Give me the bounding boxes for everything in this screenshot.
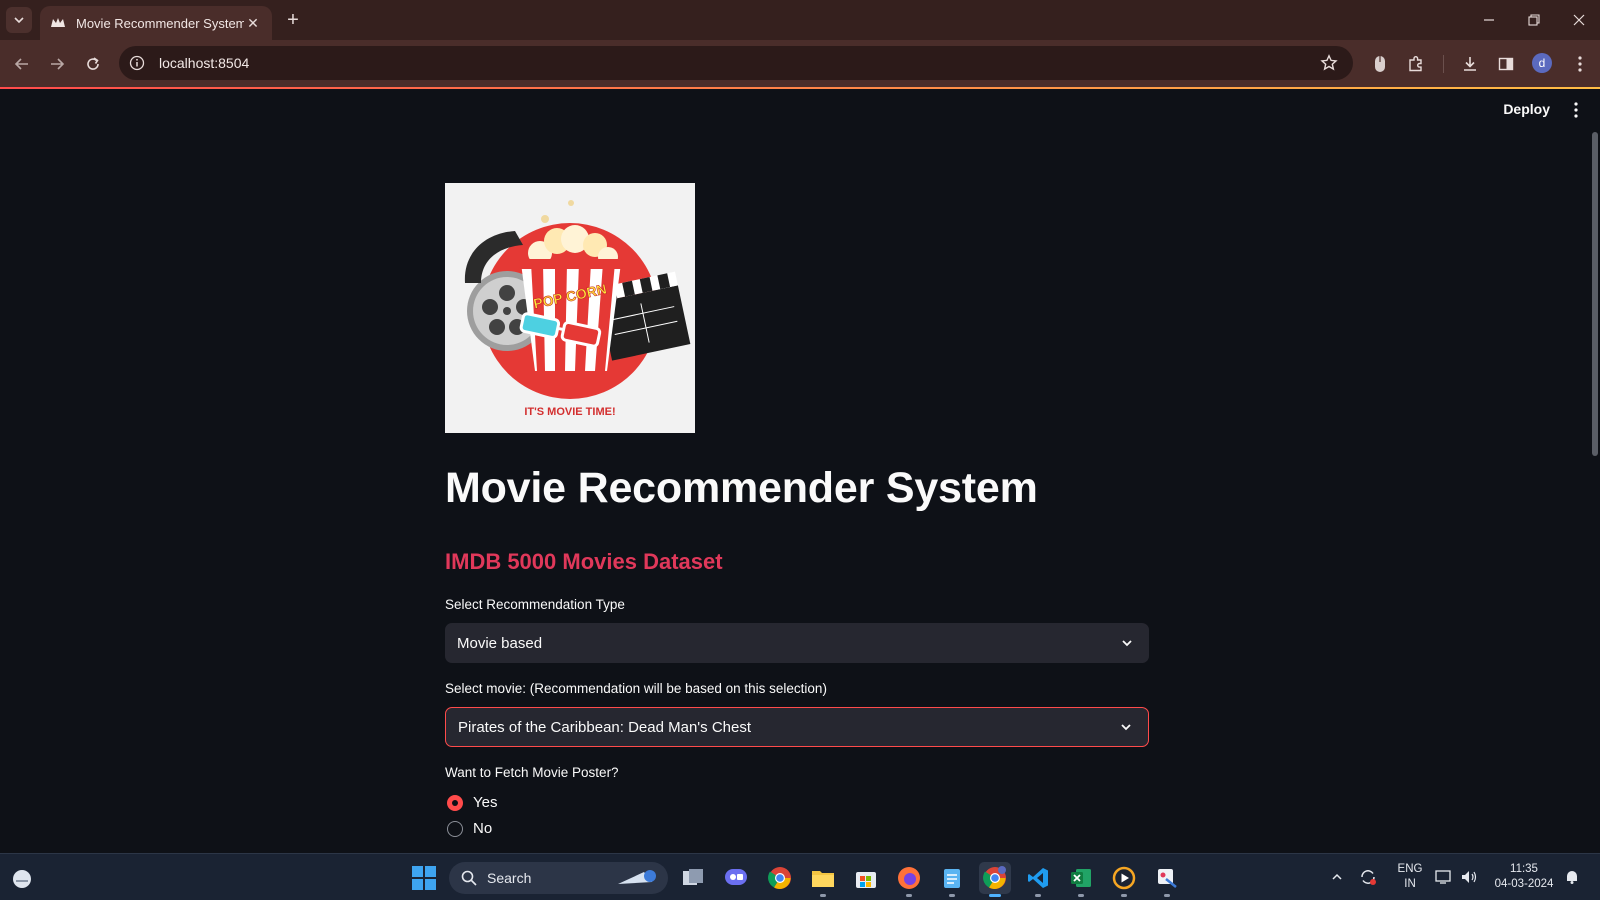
site-info-icon[interactable] xyxy=(127,53,147,73)
reload-icon[interactable] xyxy=(80,51,106,77)
windows-start-icon[interactable] xyxy=(412,866,436,890)
chevron-down-icon[interactable] xyxy=(1117,633,1137,653)
dataset-subheader: IMDB 5000 Movies Dataset xyxy=(445,549,723,574)
recommendation-type-select[interactable]: Movie based xyxy=(445,623,1149,663)
address-bar[interactable]: localhost:8504 xyxy=(119,46,1353,80)
app-viewport: Deploy POP CORN IT'S MOVIE TIME! Movie R… xyxy=(0,89,1600,853)
microsoft-store-icon[interactable] xyxy=(850,862,882,894)
deploy-button[interactable]: Deploy xyxy=(1503,101,1550,117)
notification-bell-icon[interactable] xyxy=(1562,867,1582,887)
region-code: IN xyxy=(1404,878,1416,890)
clock[interactable]: 11:35 04-03-2024 xyxy=(1489,862,1559,892)
search-icon xyxy=(461,870,477,886)
streamlit-crown-icon xyxy=(50,15,66,31)
movie-select-value: Pirates of the Caribbean: Dead Man's Che… xyxy=(458,718,752,736)
back-icon[interactable] xyxy=(9,51,35,77)
logo-caption: IT'S MOVIE TIME! xyxy=(524,406,615,418)
task-view-icon[interactable] xyxy=(677,862,709,894)
search-highlight-icon xyxy=(618,870,656,884)
snipping-tool-icon[interactable] xyxy=(1151,862,1183,897)
side-panel-icon[interactable] xyxy=(1493,51,1519,77)
file-explorer-icon[interactable] xyxy=(807,862,839,897)
search-label: Search xyxy=(487,870,532,886)
close-window-icon[interactable] xyxy=(1564,8,1594,32)
recommendation-type-value: Movie based xyxy=(457,634,543,652)
excel-icon[interactable] xyxy=(1065,862,1097,897)
volume-icon[interactable] xyxy=(1459,867,1479,887)
chrome-profile-icon[interactable] xyxy=(979,862,1011,897)
page-title: Movie Recommender System xyxy=(445,464,1038,512)
bookmark-star-icon[interactable] xyxy=(1319,53,1339,73)
media-player-icon[interactable] xyxy=(1108,862,1140,897)
restore-icon[interactable] xyxy=(1519,8,1549,32)
radio-option-no[interactable]: No xyxy=(447,820,492,837)
browser-menu-icon[interactable] xyxy=(1567,51,1593,77)
tab-title: Movie Recommender System xyxy=(76,15,244,31)
language-code: ENG xyxy=(1397,863,1423,875)
url-text: localhost:8504 xyxy=(159,55,250,71)
movie-select-label: Select movie: (Recommendation will be ba… xyxy=(445,681,827,696)
radio-label-no: No xyxy=(473,820,493,837)
movie-time-logo: POP CORN IT'S MOVIE TIME! xyxy=(445,183,695,433)
page-scrollbar[interactable] xyxy=(1592,132,1598,456)
chrome-icon[interactable] xyxy=(764,862,796,894)
browser-toolbar: localhost:8504 d xyxy=(0,40,1600,87)
movie-select[interactable]: Pirates of the Caribbean: Dead Man's Che… xyxy=(445,707,1149,747)
radio-button-yes[interactable] xyxy=(447,794,463,811)
radio-label-yes: Yes xyxy=(473,794,498,811)
meet-chat-icon[interactable] xyxy=(720,862,752,894)
browser-tab-bar: Movie Recommender System ✕ + xyxy=(0,0,1600,40)
app-menu-icon[interactable] xyxy=(1566,99,1586,121)
extension-mouse-icon[interactable] xyxy=(1367,51,1393,77)
download-icon[interactable] xyxy=(1457,51,1483,77)
forward-icon[interactable] xyxy=(44,51,70,77)
radio-option-yes[interactable]: Yes xyxy=(447,794,497,811)
tab-search-button[interactable] xyxy=(6,7,32,33)
taskbar-search[interactable]: Search xyxy=(449,862,668,894)
windows-taskbar: Search ENG IN 11:35 04-03-2024 xyxy=(0,853,1600,900)
firefox-icon[interactable] xyxy=(893,862,925,897)
chevron-down-icon xyxy=(14,17,24,24)
profile-avatar[interactable]: d xyxy=(1532,53,1552,73)
vscode-icon[interactable] xyxy=(1022,862,1054,897)
fetch-poster-label: Want to Fetch Movie Poster? xyxy=(445,765,619,780)
sync-icon[interactable] xyxy=(1358,867,1378,887)
weather-icon[interactable] xyxy=(10,866,34,890)
recommendation-type-label: Select Recommendation Type xyxy=(445,597,625,612)
language-indicator[interactable]: ENG IN xyxy=(1395,862,1425,892)
toolbar-separator xyxy=(1443,55,1444,73)
extensions-puzzle-icon[interactable] xyxy=(1403,51,1429,77)
clock-time: 11:35 xyxy=(1510,863,1538,875)
notepad-icon[interactable] xyxy=(936,862,968,897)
radio-button-no[interactable] xyxy=(447,820,463,837)
chevron-down-icon[interactable] xyxy=(1116,717,1136,737)
minimize-icon[interactable] xyxy=(1474,8,1504,32)
clock-date: 04-03-2024 xyxy=(1494,878,1554,890)
chevron-up-icon[interactable] xyxy=(1327,867,1347,887)
browser-tab[interactable]: Movie Recommender System ✕ xyxy=(40,6,272,40)
close-tab-icon[interactable]: ✕ xyxy=(244,14,262,32)
network-icon[interactable] xyxy=(1434,867,1454,887)
new-tab-icon[interactable]: + xyxy=(282,9,304,31)
